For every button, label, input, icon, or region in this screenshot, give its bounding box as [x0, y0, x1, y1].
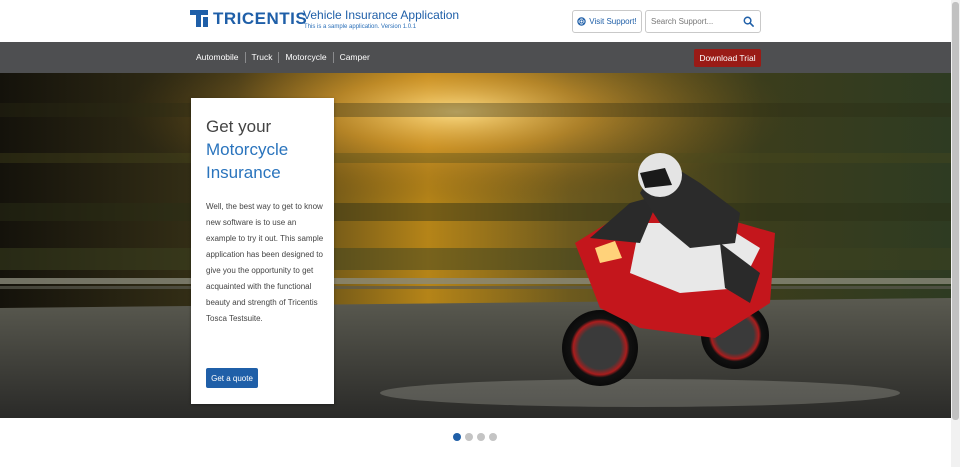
nav-motorcycle[interactable]: Motorcycle [279, 52, 334, 63]
get-a-quote-button[interactable]: Get a quote [206, 368, 258, 388]
header: TRICENTIS Vehicle Insurance Application … [0, 0, 951, 42]
visit-support-label: Visit Support! [589, 17, 637, 26]
promo-heading-line1: Get your [206, 117, 272, 136]
lifebuoy-icon [577, 17, 587, 26]
nav-truck[interactable]: Truck [246, 52, 280, 63]
app-title: Vehicle Insurance Application [303, 8, 460, 22]
carousel-dot-4[interactable] [489, 433, 497, 441]
nav-camper[interactable]: Camper [334, 52, 376, 63]
app-subtitle: This is a sample application. Version 1.… [304, 24, 417, 30]
logo-mark-icon [190, 10, 208, 27]
promo-heading-line3: Insurance [206, 163, 281, 182]
logo-text: TRICENTIS [213, 9, 308, 28]
vertical-scrollbar[interactable] [951, 0, 960, 467]
motorcycle-hero-image [0, 73, 951, 418]
promo-body: Well, the best way to get to know new so… [206, 202, 324, 323]
search-icon[interactable] [743, 16, 754, 27]
page: TRICENTIS Vehicle Insurance Application … [0, 0, 960, 467]
carousel-dot-1[interactable] [453, 433, 461, 441]
nav-automobile[interactable]: Automobile [190, 52, 246, 63]
main-nav: Automobile Truck Motorcycle Camper [0, 42, 951, 73]
promo-heading: Get your Motorcycle Insurance [206, 115, 288, 184]
scrollbar-thumb[interactable] [952, 2, 959, 420]
carousel-dot-3[interactable] [477, 433, 485, 441]
carousel-indicators [453, 433, 501, 441]
search-input[interactable] [646, 12, 738, 31]
nav-items: Automobile Truck Motorcycle Camper [190, 42, 376, 73]
carousel-dot-2[interactable] [465, 433, 473, 441]
promo-heading-line2: Motorcycle [206, 140, 289, 159]
search-box [645, 10, 761, 33]
promo-card: Get your Motorcycle Insurance Well, the … [191, 98, 334, 404]
hero-banner: Get your Motorcycle Insurance Well, the … [0, 73, 951, 418]
visit-support-button[interactable]: Visit Support! [572, 10, 642, 33]
tricentis-logo[interactable]: TRICENTIS [190, 10, 307, 27]
download-trial-button[interactable]: Download Trial [694, 49, 761, 67]
